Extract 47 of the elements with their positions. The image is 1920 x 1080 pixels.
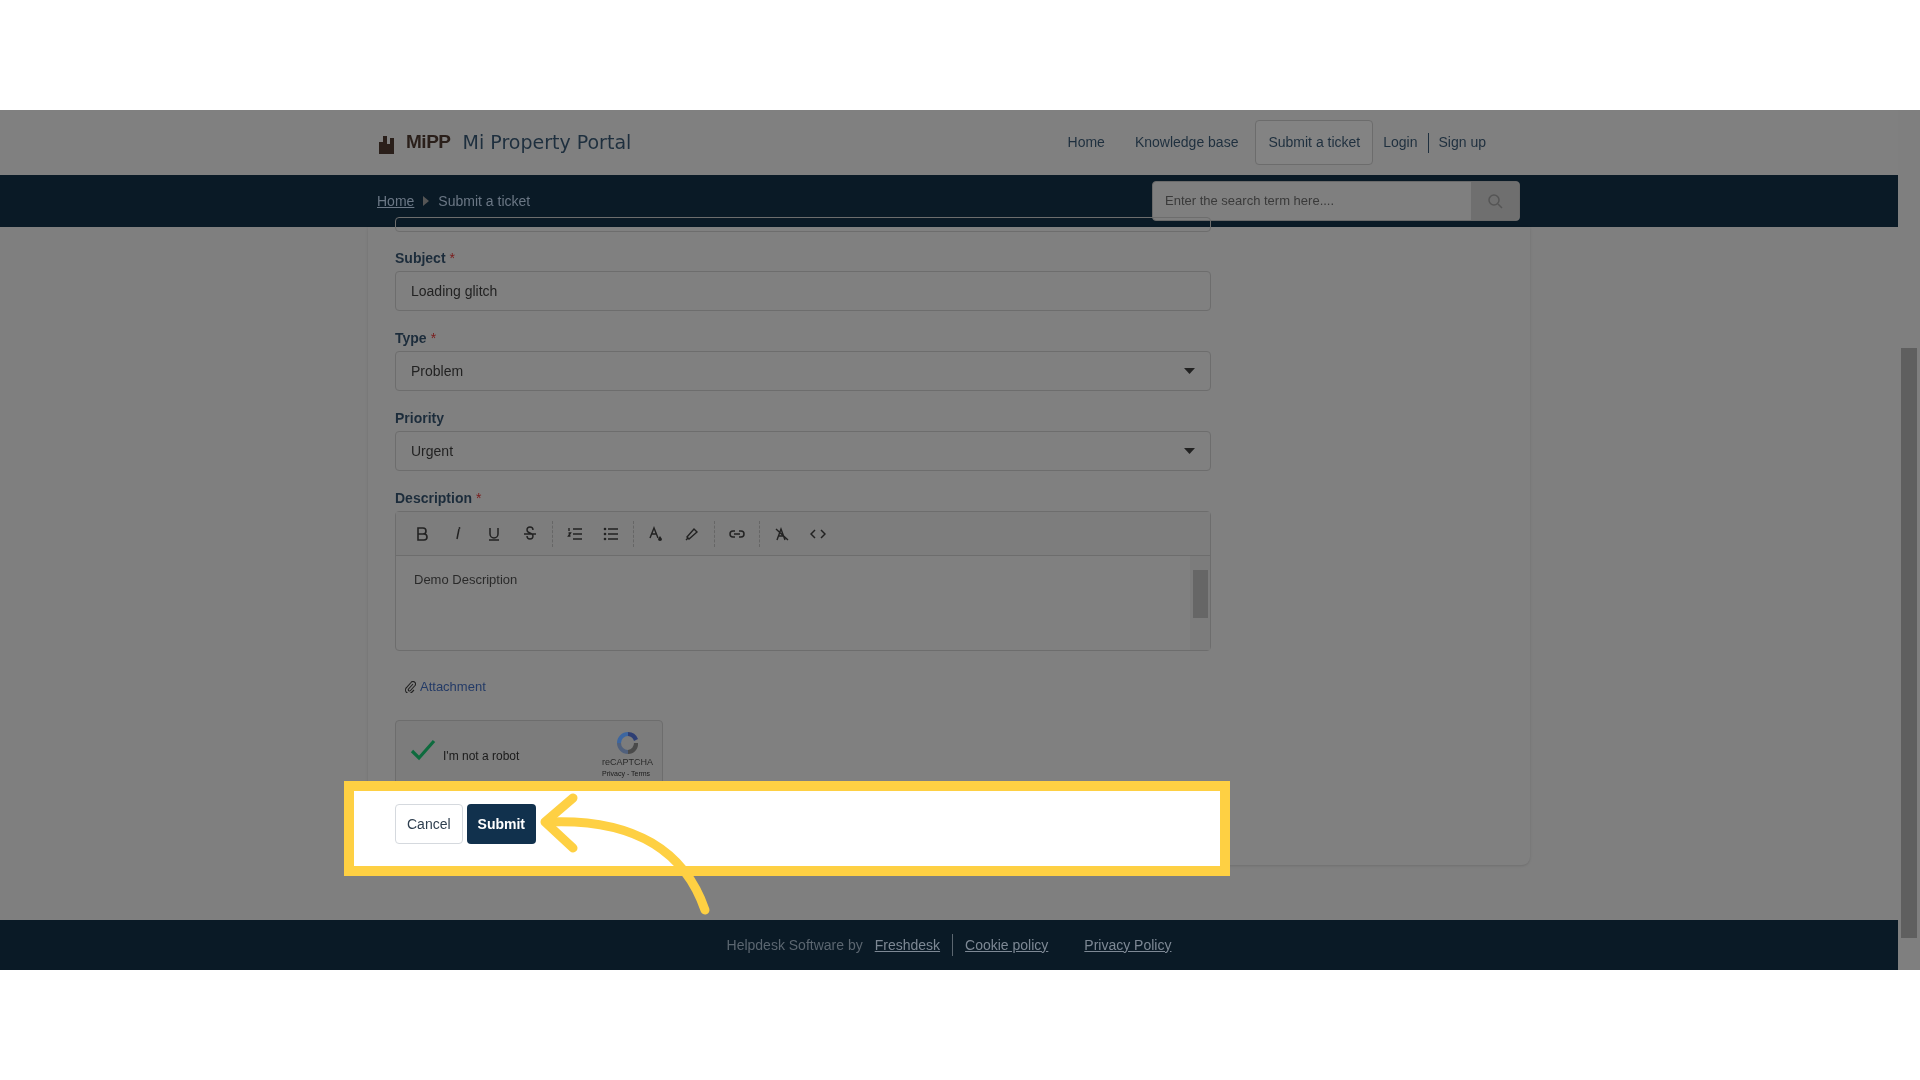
footer-link[interactable]: Cookie policy <box>965 934 1049 956</box>
nav-link[interactable]: Submit a ticket <box>1255 120 1374 165</box>
paperclip-icon <box>405 680 416 693</box>
bullet-list-icon[interactable] <box>603 525 619 542</box>
breadcrumb-separator-icon <box>422 196 431 206</box>
field-label: Description <box>395 490 472 506</box>
dropdown[interactable]: Urgent <box>395 431 1211 471</box>
cancel-button[interactable]: Cancel <box>395 804 463 844</box>
nav-link[interactable]: Login <box>1377 132 1424 153</box>
bold-icon[interactable] <box>414 525 430 542</box>
field-label: Type <box>395 330 427 346</box>
strikethrough-icon[interactable] <box>522 525 538 542</box>
dropdown[interactable]: Problem <box>395 351 1211 391</box>
text-color-icon[interactable] <box>648 525 664 542</box>
scrollbar[interactable] <box>1190 556 1210 650</box>
footer-text: Helpdesk Software by <box>726 935 863 955</box>
field-label: Priority <box>395 410 444 426</box>
nav-link[interactable]: Knowledge base <box>1121 120 1252 165</box>
breadcrumb-current: Submit a ticket <box>438 191 531 211</box>
captcha-brand: reCAPTCHA <box>602 757 653 768</box>
editor-text[interactable]: Demo Description <box>396 556 1190 650</box>
scrollbar-thumb[interactable] <box>1901 348 1917 938</box>
site-title: Mi Property Portal <box>462 130 632 156</box>
search-field[interactable]: Enter the search term here.... <box>1152 181 1520 221</box>
footer-link[interactable]: Freshdesk <box>874 934 941 956</box>
numbered-list-icon[interactable] <box>567 525 583 542</box>
search-input[interactable]: Enter the search term here.... <box>1153 182 1471 220</box>
captcha-label: I'm not a robot <box>443 748 520 765</box>
field-label: Subject <box>395 250 446 266</box>
logo-text: MiPP <box>406 130 451 155</box>
submit-button[interactable]: Submit <box>466 804 537 844</box>
highlighter-icon[interactable] <box>684 525 700 542</box>
footer-link[interactable]: Privacy Policy <box>1084 934 1172 956</box>
input-field[interactable] <box>395 217 1211 232</box>
breadcrumb-link[interactable]: Home <box>377 190 415 212</box>
attachment-link[interactable]: Attachment <box>420 677 486 697</box>
required-mark: * <box>476 490 482 506</box>
underline-icon[interactable] <box>486 525 502 542</box>
caret-icon <box>1184 448 1195 454</box>
captcha-checkbox[interactable] <box>410 739 436 761</box>
clear-formatting-icon[interactable] <box>774 525 790 542</box>
input-field[interactable]: Loading glitch <box>395 271 1211 311</box>
required-mark: * <box>449 250 456 266</box>
required-mark: * <box>430 330 437 346</box>
nav-link[interactable]: Home <box>1054 120 1118 165</box>
caret-icon <box>1184 368 1195 374</box>
nav-link[interactable]: Sign up <box>1432 132 1492 153</box>
